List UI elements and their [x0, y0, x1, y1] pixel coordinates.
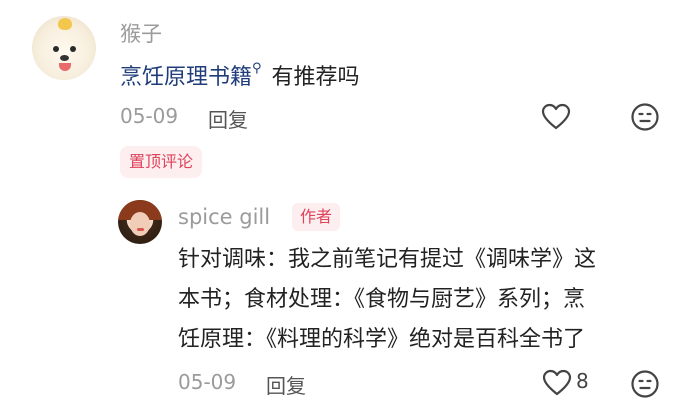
avatar-nose: [60, 55, 69, 61]
heart-icon[interactable]: [542, 369, 572, 397]
comment-search-link[interactable]: 烹饪原理书籍: [120, 65, 252, 90]
comment-text: 烹饪原理书籍⚲ 有推荐吗: [120, 59, 360, 91]
avatar-eye: [53, 46, 59, 52]
avatar-face: [130, 212, 150, 236]
pinned-comment-badge: 置顶评论: [120, 146, 203, 178]
search-icon[interactable]: ⚲: [252, 61, 262, 76]
avatar-tongue: [59, 63, 71, 71]
chick-hat: [58, 18, 72, 30]
reply-text: 针对调味：我之前笔记有提过《调味学》这 本书；食材处理：《食物与厨艺》系列；烹 …: [178, 240, 663, 360]
emoji-face-icon[interactable]: [630, 102, 660, 132]
avatar-mouth: [137, 228, 144, 231]
heart-icon[interactable]: [541, 103, 571, 131]
reply-text-line: 针对调味：我之前笔记有提过《调味学》这: [178, 247, 597, 272]
avatar-eye: [70, 46, 76, 52]
reply-button[interactable]: 回复: [266, 370, 306, 399]
reply-button[interactable]: 回复: [208, 104, 248, 133]
author-badge: 作者: [292, 203, 341, 231]
reply-text-line: 饪原理：《料理的科学》绝对是百科全书了: [178, 327, 586, 352]
reply-avatar[interactable]: [118, 200, 162, 244]
emoji-face-icon[interactable]: [630, 369, 660, 399]
reply-username[interactable]: spice gill: [178, 205, 270, 229]
comment-username[interactable]: 猴子: [120, 18, 162, 48]
comment-date: 05-09: [120, 104, 179, 128]
avatar[interactable]: [32, 16, 96, 80]
reply-text-line: 本书；食材处理：《食物与厨艺》系列；烹: [178, 287, 586, 312]
reply-date: 05-09: [178, 370, 237, 394]
like-count: 8: [576, 369, 589, 393]
comment-text-rest: 有推荐吗: [271, 65, 360, 90]
